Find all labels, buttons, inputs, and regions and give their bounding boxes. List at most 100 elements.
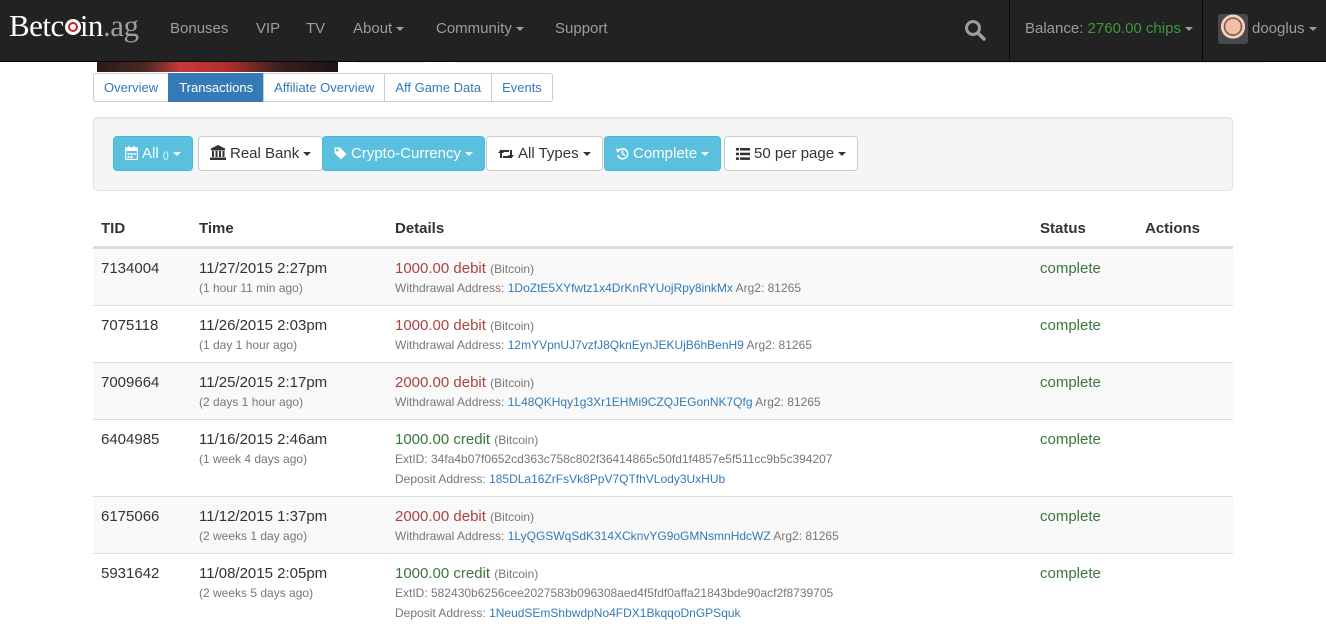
avatar[interactable] bbox=[1218, 14, 1248, 44]
arg2: Arg2: 81265 bbox=[773, 529, 839, 543]
address-link[interactable]: 1DoZtE5XYfwtz1x4DrKnRYUojRpy8inkMx bbox=[508, 281, 733, 295]
nav-divider bbox=[1202, 0, 1203, 61]
amount-value: 1000.00 debit bbox=[395, 260, 486, 277]
balance-dropdown[interactable]: Balance: 2760.00 chips bbox=[1025, 20, 1193, 37]
ext-id: ExtID: 34fa4b07f0652cd363c758c802f364148… bbox=[395, 452, 833, 466]
address-label: Withdrawal Address: bbox=[395, 529, 505, 543]
amount-value: 2000.00 debit bbox=[395, 508, 486, 525]
filter-currency-label: Crypto-Currency bbox=[351, 145, 462, 162]
caret-down-icon bbox=[1184, 27, 1193, 32]
filter-all-button[interactable]: All () bbox=[113, 136, 193, 171]
tab-overview[interactable]: Overview bbox=[93, 73, 170, 102]
brand-logo[interactable]: Betc in.ag bbox=[9, 8, 139, 52]
filter-bank-label: Real Bank bbox=[230, 145, 300, 162]
list-icon bbox=[736, 148, 750, 160]
amount-value: 1000.00 credit bbox=[395, 431, 491, 448]
address-label: Deposit Address: bbox=[395, 606, 486, 620]
nav-community[interactable]: Community bbox=[436, 20, 524, 37]
tid-cell: 5931642 bbox=[101, 565, 160, 582]
address-label: Withdrawal Address: bbox=[395, 281, 505, 295]
calendar-icon bbox=[125, 146, 138, 160]
amount: 1000.00 debit (Bitcoin) bbox=[395, 317, 534, 334]
tab-events[interactable]: Events bbox=[491, 73, 553, 102]
filter-all-label: All bbox=[142, 145, 159, 162]
per-page-label: 50 per page bbox=[754, 145, 835, 162]
filter-bank-button[interactable]: Real Bank bbox=[198, 136, 324, 171]
status-cell: complete bbox=[1040, 565, 1101, 582]
ext-id: ExtID: 582430b6256cee2027583b096308aed4f… bbox=[395, 586, 834, 600]
time-cell: 11/08/2015 2:05pm bbox=[199, 565, 328, 582]
tag-icon bbox=[334, 147, 347, 160]
deposit-address: Deposit Address: 185DLa16ZrFsVk8PpV7QTfh… bbox=[395, 472, 725, 486]
tab-affiliate-overview[interactable]: Affiliate Overview bbox=[263, 73, 386, 102]
amount: 2000.00 debit (Bitcoin) bbox=[395, 374, 534, 391]
address-link[interactable]: 12mYVpnUJ7vzfJ8QknEynJEKUjB6hBenH9 bbox=[508, 338, 744, 352]
arg2: Arg2: 81265 bbox=[746, 338, 812, 352]
nav-divider bbox=[1009, 0, 1010, 61]
filter-currency-button[interactable]: Crypto-Currency bbox=[322, 136, 486, 171]
search-icon[interactable] bbox=[963, 18, 987, 42]
balance-value: 2760.00 chips bbox=[1087, 20, 1181, 37]
amount-value: 1000.00 credit bbox=[395, 565, 491, 582]
withdrawal-address: Withdrawal Address: 12mYVpnUJ7vzfJ8QknEy… bbox=[395, 338, 812, 352]
address-label: Withdrawal Address: bbox=[395, 338, 505, 352]
account-tabs: Overview Transactions Affiliate Overview… bbox=[93, 73, 553, 102]
table-row: 6404985 11/16/2015 2:46am (1 week 4 days… bbox=[93, 419, 1233, 496]
tab-aff-game-data[interactable]: Aff Game Data bbox=[384, 73, 493, 102]
table-row: 7134004 11/27/2015 2:27pm (1 hour 11 min… bbox=[93, 248, 1233, 305]
address-link[interactable]: 185DLa16ZrFsVk8PpV7QTfhVLody3UxHUb bbox=[489, 472, 725, 486]
caret-down-icon bbox=[172, 152, 181, 157]
tid-cell: 6175066 bbox=[101, 508, 160, 525]
amount: 1000.00 credit (Bitcoin) bbox=[395, 565, 538, 582]
time-cell: 11/26/2015 2:03pm bbox=[199, 317, 328, 334]
history-icon bbox=[616, 148, 629, 160]
nav-community-label: Community bbox=[436, 20, 512, 37]
time-cell: 11/25/2015 2:17pm bbox=[199, 374, 328, 391]
relative-time: (1 week 4 days ago) bbox=[199, 452, 308, 466]
tid-cell: 7009664 bbox=[101, 374, 160, 391]
brand-tld: .ag bbox=[102, 8, 139, 43]
currency: (Bitcoin) bbox=[494, 433, 539, 447]
column-header-actions: Actions bbox=[1145, 220, 1201, 237]
balance-label: Balance: bbox=[1025, 20, 1084, 37]
caret-down-icon bbox=[838, 152, 847, 157]
address-link[interactable]: 1L48QKHqy1g3Xr1EHMi9CZQJEGonNK7Qfg bbox=[508, 395, 753, 409]
tid-cell: 7134004 bbox=[101, 260, 160, 277]
username: dooglus bbox=[1252, 20, 1305, 37]
caret-down-icon bbox=[582, 152, 591, 157]
brand-name-suffix: in bbox=[79, 8, 104, 43]
currency: (Bitcoin) bbox=[490, 376, 535, 390]
table-row: 5931642 11/08/2015 2:05pm (2 weeks 5 day… bbox=[93, 553, 1233, 630]
filter-types-label: All Types bbox=[518, 145, 579, 162]
status-cell: complete bbox=[1040, 317, 1101, 334]
bank-icon bbox=[210, 145, 226, 160]
status-cell: complete bbox=[1040, 374, 1101, 391]
address-link[interactable]: 1NeudSEmShbwdpNo4FDX1BkqqoDnGPSquk bbox=[489, 606, 740, 620]
filter-all-count: () bbox=[162, 150, 169, 160]
nav-support[interactable]: Support bbox=[555, 20, 608, 37]
tab-transactions[interactable]: Transactions bbox=[168, 73, 265, 102]
deposit-address: Deposit Address: 1NeudSEmShbwdpNo4FDX1Bk… bbox=[395, 606, 741, 620]
nav-tv[interactable]: TV bbox=[306, 20, 325, 37]
nav-bonuses[interactable]: Bonuses bbox=[170, 20, 228, 37]
caret-down-icon bbox=[396, 27, 405, 32]
filter-status-label: Complete bbox=[633, 145, 698, 162]
currency: (Bitcoin) bbox=[494, 567, 539, 581]
table-row: 6175066 11/12/2015 1:37pm (2 weeks 1 day… bbox=[93, 496, 1233, 553]
column-header-tid: TID bbox=[101, 220, 126, 237]
nav-about[interactable]: About bbox=[353, 20, 405, 37]
user-menu[interactable]: dooglus bbox=[1252, 20, 1317, 37]
address-link[interactable]: 1LyQGSWqSdK314XCknvYG9oGMNsmnHdcWZ bbox=[508, 529, 771, 543]
nav-about-label: About bbox=[353, 20, 393, 37]
caret-down-icon bbox=[701, 152, 710, 157]
top-navbar: Betc in.ag Bonuses VIP TV About Community… bbox=[0, 0, 1326, 62]
per-page-button[interactable]: 50 per page bbox=[724, 136, 859, 171]
nav-vip[interactable]: VIP bbox=[256, 20, 280, 37]
caret-down-icon bbox=[515, 27, 524, 32]
brand-name-prefix: Betc bbox=[9, 8, 64, 43]
column-header-time: Time bbox=[199, 220, 234, 237]
filter-status-button[interactable]: Complete bbox=[604, 136, 722, 171]
filter-types-button[interactable]: All Types bbox=[486, 136, 603, 171]
exchange-icon bbox=[498, 149, 514, 159]
caret-down-icon bbox=[303, 152, 312, 157]
